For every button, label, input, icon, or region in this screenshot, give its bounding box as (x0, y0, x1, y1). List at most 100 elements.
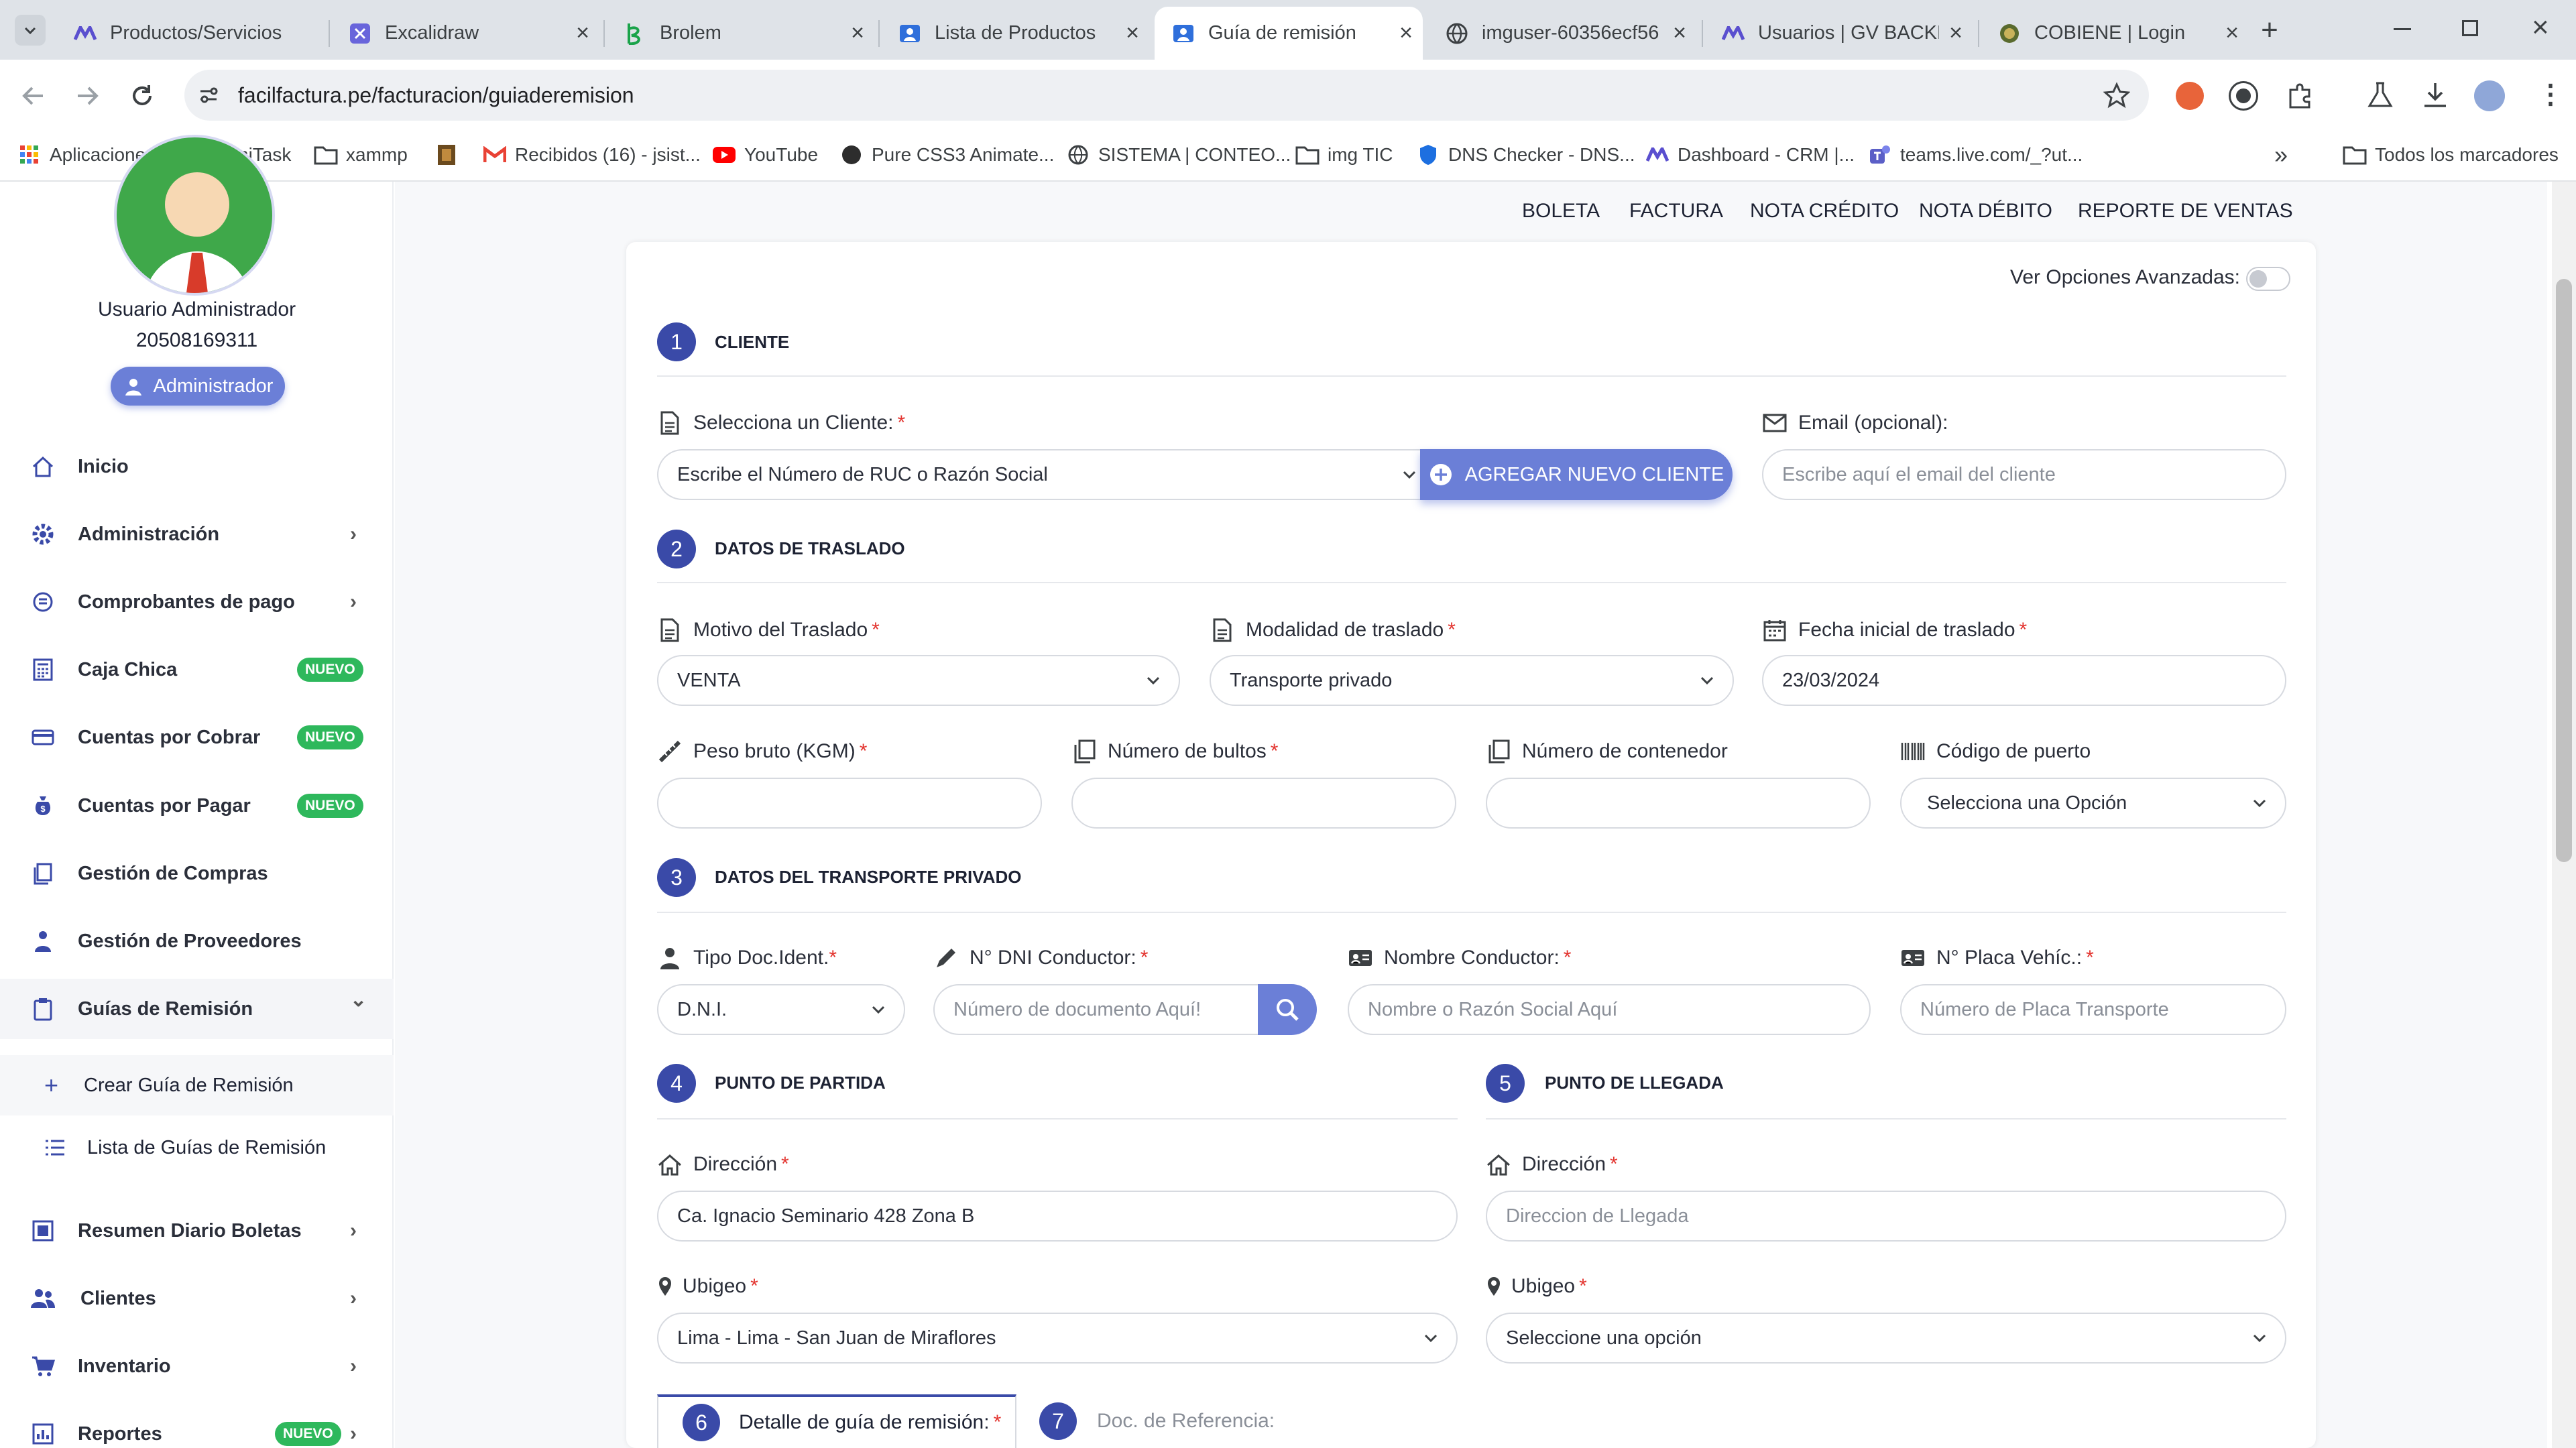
add-client-button[interactable]: AGREGAR NUEVO CLIENTE (1420, 449, 1733, 500)
bookmark-xammp[interactable]: xammp (314, 138, 408, 172)
bookmark-star-icon[interactable] (2103, 82, 2130, 109)
nav-gestion-proveedores[interactable]: Gestión de Proveedores (0, 911, 394, 971)
nav-gestion-compras[interactable]: Gestión de Compras (0, 843, 394, 904)
close-window-icon[interactable]: × (2532, 11, 2549, 44)
fecha-input[interactable]: 23/03/2024 (1762, 655, 2286, 706)
tab-search-button[interactable] (15, 15, 46, 46)
topnav-nota-credito[interactable]: NOTA CRÉDITO (1750, 200, 1899, 223)
minimize-icon[interactable] (2394, 28, 2411, 30)
nav-reportes[interactable]: Reportes NUEVO › (0, 1404, 394, 1448)
bookmark-img-tic[interactable]: img TIC (1295, 138, 1393, 172)
topnav-factura[interactable]: FACTURA (1629, 200, 1723, 223)
restore-icon[interactable] (2462, 20, 2478, 36)
url-text[interactable]: facilfactura.pe/facturacion/guiaderemisi… (238, 83, 634, 108)
subnav-lista-guias[interactable]: Lista de Guías de Remisión (0, 1118, 394, 1178)
email-field[interactable]: Escribe aquí el email del cliente (1762, 449, 2286, 500)
tab-1[interactable]: Excalidraw × (331, 7, 599, 60)
bookmark-youtube[interactable]: YouTube (712, 138, 818, 172)
scrollbar-thumb[interactable] (2556, 279, 2572, 862)
reload-icon[interactable] (129, 82, 156, 109)
llegada-direccion-input[interactable]: Direccion de Llegada (1486, 1191, 2286, 1242)
partida-ubigeo-select[interactable]: Lima - Lima - San Juan de Miraflores (657, 1313, 1458, 1364)
step-number: 7 (1039, 1402, 1077, 1440)
input-value: 23/03/2024 (1782, 669, 1880, 691)
close-icon[interactable]: × (1939, 20, 1973, 46)
nav-comprobantes[interactable]: Comprobantes de pago › (0, 572, 394, 632)
close-icon[interactable]: × (1663, 20, 1696, 46)
placa-input[interactable]: Número de Placa Transporte (1900, 984, 2286, 1035)
bookmark-sistema[interactable]: SISTEMA | CONTEO... (1066, 138, 1291, 172)
nav-clientes[interactable]: Clientes › (0, 1268, 394, 1329)
nav-inventario[interactable]: Inventario › (0, 1336, 394, 1396)
cliente-select[interactable]: Escribe el Número de RUC o Razón Social (657, 449, 1435, 500)
bookmark-gmail[interactable]: Recibidos (16) - jsist... (483, 138, 701, 172)
tab-6[interactable]: Usuarios | GV BACKE × (1704, 7, 1973, 60)
peso-input[interactable] (657, 778, 1042, 829)
site-settings-icon[interactable] (196, 83, 221, 107)
bookmark-dashboard[interactable]: Dashboard - CRM |... (1645, 138, 1855, 172)
tab-7[interactable]: COBIENE | Login × (1981, 7, 2249, 60)
person-icon (30, 928, 56, 955)
menu-kebab-icon[interactable]: ⋮ (2537, 79, 2564, 110)
nav-label: Comprobantes de pago (78, 591, 295, 613)
bookmark-teams[interactable]: teams.live.com/_?ut... (1868, 138, 2083, 172)
close-icon[interactable]: × (2215, 20, 2249, 46)
bookmarks-overflow[interactable]: » (2274, 138, 2288, 172)
role-badge[interactable]: Administrador (111, 367, 285, 406)
puzzle-icon[interactable] (2285, 80, 2315, 110)
bookmark-dns[interactable]: DNS Checker - DNS... (1416, 138, 1635, 172)
profile-avatar[interactable] (2474, 80, 2505, 111)
tab-3[interactable]: Lista de Productos × (881, 7, 1149, 60)
llegada-ubigeo-select[interactable]: Seleccione una opción (1486, 1313, 2286, 1364)
close-icon[interactable]: × (1116, 20, 1149, 46)
nav-guias-remision[interactable]: Guías de Remisión ⌄ (0, 979, 394, 1039)
tab-4-active[interactable]: Guía de remisión × (1155, 7, 1423, 60)
tipo-doc-select[interactable]: D.N.I. (657, 984, 905, 1035)
partida-direccion-input[interactable]: Ca. Ignacio Seminario 428 Zona B (657, 1191, 1458, 1242)
tab-0[interactable]: Productos/Servicios (56, 7, 325, 60)
nav-resumen-diario[interactable]: Resumen Diario Boletas › (0, 1201, 394, 1261)
search-dni-button[interactable] (1258, 984, 1317, 1035)
nav-caja-chica[interactable]: Caja Chica NUEVO (0, 640, 394, 700)
download-icon[interactable] (2420, 80, 2450, 110)
nav-cuentas-cobrar[interactable]: Cuentas por Cobrar NUEVO (0, 707, 394, 768)
contenedor-input[interactable] (1486, 778, 1871, 829)
nav-cuentas-pagar[interactable]: $ Cuentas por Pagar NUEVO (0, 776, 394, 836)
bookmark-css3[interactable]: Pure CSS3 Animate... (839, 138, 1054, 172)
puerto-select[interactable]: Selecciona una Opción (1900, 778, 2286, 829)
bookmark-all[interactable]: Todos los marcadores (2343, 138, 2559, 172)
bookmark-image[interactable] (434, 138, 467, 172)
modalidad-select[interactable]: Transporte privado (1210, 655, 1734, 706)
tab-detalle-guia[interactable]: 6 Detalle de guía de remisión: * (657, 1394, 1016, 1448)
back-icon[interactable] (20, 82, 47, 109)
email-label: Email (opcional): (1762, 410, 1948, 436)
forward-icon[interactable] (74, 82, 101, 109)
new-tab-button[interactable]: + (2253, 13, 2286, 47)
topnav-reporte-ventas[interactable]: REPORTE DE VENTAS (2078, 200, 2293, 223)
topnav-boleta[interactable]: BOLETA (1522, 200, 1600, 223)
bookmark-label: img TIC (1328, 144, 1393, 165)
nombre-conductor-input[interactable]: Nombre o Razón Social Aquí (1348, 984, 1871, 1035)
close-icon[interactable]: × (566, 20, 599, 46)
close-icon[interactable]: × (841, 20, 874, 46)
nav-inicio[interactable]: Inicio (0, 436, 394, 497)
nav-administracion[interactable]: Administración › (0, 504, 394, 564)
advanced-options-toggle[interactable] (2246, 267, 2290, 291)
tab-5[interactable]: imguser-60356ecf56 × (1428, 7, 1696, 60)
address-bar[interactable]: facilfactura.pe/facturacion/guiaderemisi… (184, 70, 2149, 121)
bultos-input[interactable] (1071, 778, 1456, 829)
tab-2[interactable]: Brolem × (606, 7, 874, 60)
extension-icon[interactable] (2176, 82, 2204, 110)
dni-input[interactable]: Número de documento Aquí! (933, 984, 1269, 1035)
label-text: Dirección (693, 1153, 778, 1175)
tab-doc-referencia[interactable]: 7 Doc. de Referencia: (1039, 1394, 1361, 1448)
motivo-select[interactable]: VENTA (657, 655, 1180, 706)
page-scrollbar[interactable] (2552, 182, 2576, 1448)
select-value: Lima - Lima - San Juan de Miraflores (677, 1327, 996, 1349)
extension-icon[interactable] (2231, 83, 2256, 109)
labs-icon[interactable] (2365, 80, 2395, 110)
topnav-nota-debito[interactable]: NOTA DÉBITO (1919, 200, 2052, 223)
close-icon[interactable]: × (1389, 20, 1423, 46)
select-value: Escribe el Número de RUC o Razón Social (677, 463, 1048, 485)
subnav-crear-guia[interactable]: + Crear Guía de Remisión (0, 1055, 394, 1115)
